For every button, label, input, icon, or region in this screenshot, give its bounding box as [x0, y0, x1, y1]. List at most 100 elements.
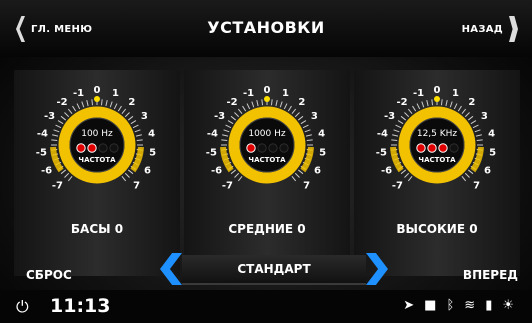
reset-button[interactable]: СБРОС — [26, 268, 72, 282]
forward-button[interactable]: ВПЕРЕД — [463, 268, 518, 282]
dial-tick — [60, 115, 67, 121]
dial-tick-label: -7 — [222, 181, 233, 192]
dial-tick — [472, 124, 479, 129]
dial-tick-label: 0 — [94, 85, 101, 96]
dial-tick-label: 1 — [282, 88, 289, 99]
navigation-icon: ➤ — [403, 298, 415, 313]
dial-tick — [230, 115, 237, 121]
dial-tick-label: -7 — [52, 181, 63, 192]
dial-tick-label: -1 — [73, 88, 84, 99]
mid-label: СРЕДНИЕ 0 — [228, 222, 306, 236]
dial-tick — [304, 129, 311, 133]
dial-frequency: 12,5 KHz — [417, 129, 458, 139]
dial-tick — [225, 124, 232, 129]
dial-tick — [113, 103, 118, 110]
dial-tick-label: 0 — [434, 85, 441, 96]
dial-tick-label: 2 — [128, 97, 135, 108]
dial-tick — [256, 100, 259, 107]
dial-tick — [294, 112, 300, 118]
dial-tick — [227, 120, 234, 125]
status-icons: ➤ ■ ᛒ ≋ ▮ ☀ — [403, 298, 514, 313]
dial-tick — [121, 175, 127, 182]
dial-tick — [127, 169, 134, 175]
dial-tick — [416, 103, 421, 110]
dial-tick-label: 1 — [112, 88, 119, 99]
frequency-dot — [98, 143, 108, 153]
dial-tick — [91, 99, 94, 106]
dial-tick — [52, 134, 59, 137]
dial-tick-label: 3 — [141, 111, 148, 122]
dial-tick — [407, 108, 413, 115]
back-label: НАЗАД — [461, 23, 503, 35]
dial-tick-label: -3 — [44, 111, 55, 122]
dial-tick — [136, 139, 143, 142]
dial-tick — [86, 100, 89, 107]
dial-tick-label: 2 — [468, 97, 475, 108]
dial-level-indicator — [434, 96, 440, 102]
dial-tick — [275, 100, 278, 107]
dial-tick — [64, 172, 70, 178]
dial-tick — [445, 100, 448, 107]
frequency-dot — [268, 143, 278, 153]
dial-tick — [404, 112, 410, 118]
frequency-dot — [438, 143, 448, 153]
dial-tick-label: -2 — [57, 97, 68, 108]
dial-tick — [221, 139, 228, 142]
dial-tick-label: 3 — [311, 111, 318, 122]
dial-level-indicator — [94, 96, 100, 102]
dial-tick — [237, 108, 243, 115]
dial-tick — [457, 105, 462, 112]
preset-label: СТАНДАРТ — [237, 262, 311, 276]
dial-tick-label: -6 — [41, 165, 52, 176]
mid-panel: -7 -6 -5 -4 -3 -2 -1 0 1 2 3 4 5 6 7 1000 Hz ЧАСТОТА СРЕ… — [184, 70, 350, 276]
dial-tick — [132, 124, 139, 129]
dial-tick-label: -4 — [37, 129, 48, 140]
dial-tick — [67, 175, 73, 182]
dial-tick — [453, 103, 458, 110]
signal-3g-icon: ▮ — [485, 298, 493, 313]
dial-tick — [105, 100, 108, 107]
bass-dial[interactable]: -7-6 -5 -4 -3-2 -1 0 1234 5 67 100 Hz ЧАСТОТА — [14, 70, 180, 220]
dial-tick — [237, 175, 243, 182]
dial-tick-label: 0 — [264, 85, 271, 96]
preset-selector: СТАНДАРТ — [160, 253, 388, 285]
dial-tick — [474, 129, 481, 133]
frequency-dot — [246, 143, 256, 153]
dial-tick-label: -7 — [392, 181, 403, 192]
dial-frequency: 1000 Hz — [248, 129, 286, 139]
dial-tick — [302, 124, 309, 129]
frequency-dot — [279, 143, 289, 153]
dial-tick — [400, 115, 407, 121]
dial-tick — [134, 129, 141, 133]
dial-tick-label: -6 — [381, 165, 392, 176]
dial-tick-label: -4 — [377, 129, 388, 140]
dial-tick-label: -3 — [214, 111, 225, 122]
status-bar: ⏻ 11:13 ➤ ■ ᛒ ≋ ▮ ☀ — [0, 290, 532, 323]
frequency-dot — [449, 143, 459, 153]
dial-tick — [234, 172, 240, 178]
back-button[interactable]: НАЗАД — [462, 16, 518, 42]
dial-tick — [222, 134, 229, 137]
page-title: УСТАНОВКИ — [207, 18, 325, 37]
treble-panel: -7 -6 -5 -4 -3 -2 -1 0 1 2 3 4 5 6 7 12,5 KHz ЧАСТОТА ВЫ… — [354, 70, 520, 276]
dial-tick — [109, 101, 113, 108]
power-icon[interactable]: ⏻ — [16, 297, 29, 317]
mid-dial[interactable]: -7-6 -5 -4 -3-2 -1 0 1234 5 67 1000 Hz ЧАСТОТА — [184, 70, 350, 220]
dial-tick — [476, 139, 483, 142]
dial-tick — [297, 169, 304, 175]
treble-dial[interactable]: -7-6 -5 -4 -3-2 -1 0 1234 5 67 12,5 KHz ЧАСТОТА — [354, 70, 520, 220]
dial-tick — [470, 120, 477, 125]
dial-tick-label: 3 — [481, 111, 488, 122]
dial-tick-label: -2 — [227, 97, 238, 108]
dial-tick-label: -1 — [413, 88, 424, 99]
dial-tick — [124, 172, 130, 178]
dial-tick — [230, 169, 237, 175]
frequency-dot — [87, 143, 97, 153]
dial-tick — [130, 120, 137, 125]
dial-tick — [283, 103, 288, 110]
dial-tick — [135, 134, 142, 137]
dial-frequency-caption: ЧАСТОТА — [78, 156, 116, 164]
dial-tick — [300, 120, 307, 125]
dial-tick — [291, 175, 297, 182]
dial-tick-label: 5 — [489, 147, 496, 158]
